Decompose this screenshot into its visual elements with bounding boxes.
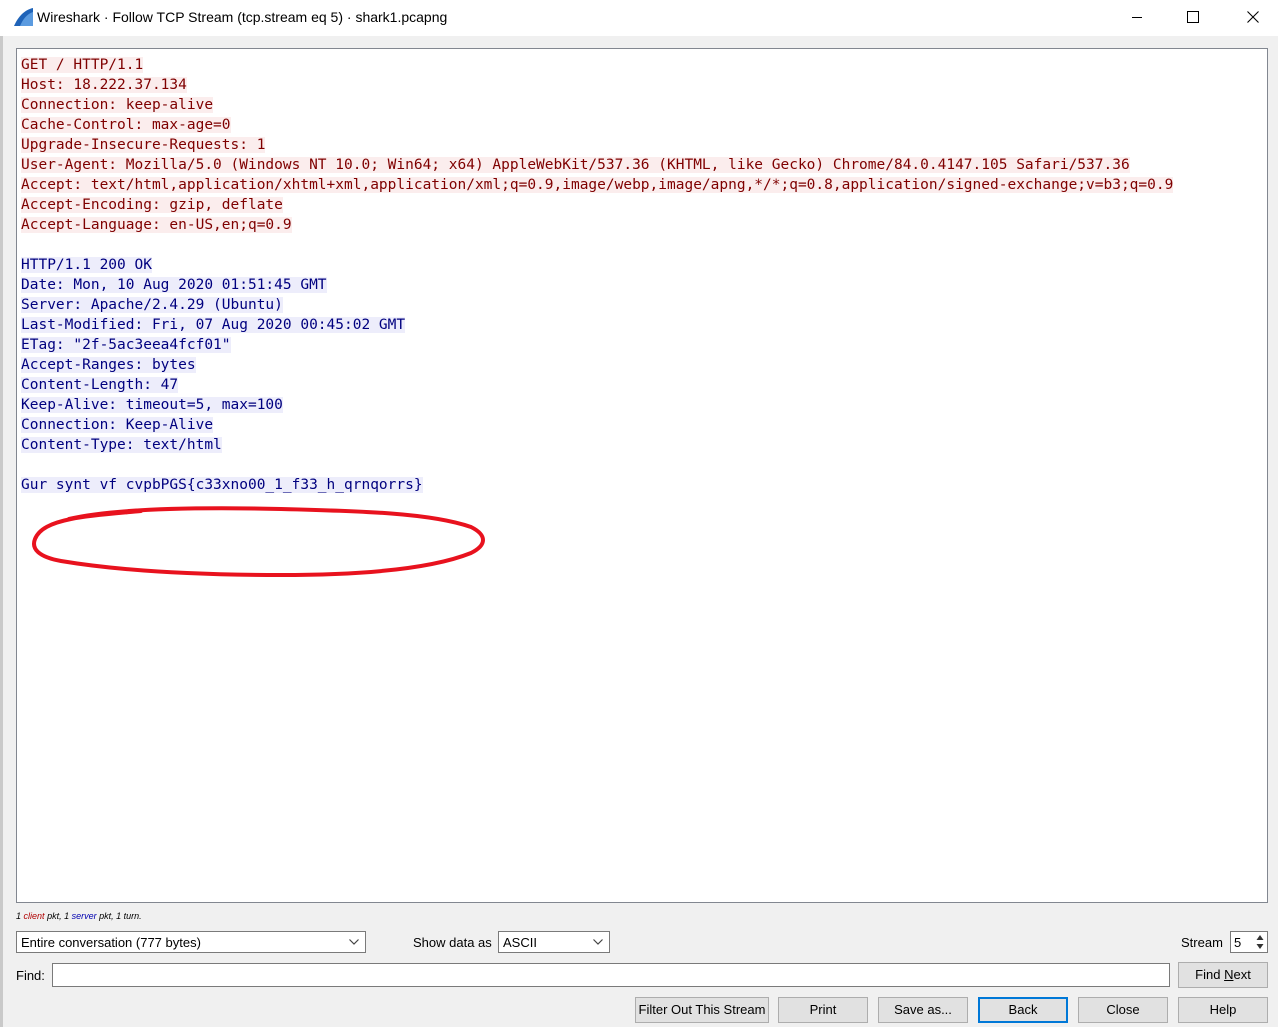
find-next-button[interactable]: Find Next [1178,962,1268,988]
stream-line-server: Content-Length: 47 [21,377,179,393]
print-button[interactable]: Print [778,997,868,1023]
filter-out-stream-button[interactable]: Filter Out This Stream [635,997,769,1023]
stream-line-client: Upgrade-Insecure-Requests: 1 [21,137,266,153]
stream-content-pane[interactable]: GET / HTTP/1.1 Host: 18.222.37.134 Connect… [16,48,1268,903]
conversation-stats: 1 client pkt, 1 server pkt, 1 turn. [16,911,142,921]
stream-line-server: Gur synt vf cvpbPGS{c33xno00_1_f33_h_qrn… [21,477,423,493]
stream-line-client: Host: 18.222.37.134 [21,77,187,93]
minimize-icon [1132,17,1142,18]
minimize-button[interactable] [1114,0,1160,34]
close-window-button[interactable] [1230,0,1276,34]
stream-line-client: Connection: keep-alive [21,97,214,113]
wireshark-fin-icon [14,8,33,26]
back-button[interactable]: Back [978,997,1068,1023]
flag-annotation-circle [32,506,485,578]
stream-line-server: Content-Type: text/html [21,437,222,453]
show-data-select[interactable]: ASCII [498,931,610,953]
stream-line-client: Cache-Control: max-age=0 [21,117,231,133]
stream-line-client: GET / HTTP/1.1 [21,57,144,73]
server-label: server [71,911,97,921]
stream-line-client: User-Agent: Mozilla/5.0 (Windows NT 10.0… [21,157,1130,173]
spin-up-icon[interactable] [1255,933,1265,942]
stream-text: GET / HTTP/1.1 Host: 18.222.37.134 Connect… [21,55,1174,495]
maximize-button[interactable] [1170,0,1216,34]
help-button[interactable]: Help [1178,997,1268,1023]
show-data-label: Show data as [413,935,492,950]
maximize-icon [1187,11,1199,23]
conversation-select[interactable]: Entire conversation (777 bytes) [16,931,366,953]
close-button[interactable]: Close [1078,997,1168,1023]
close-icon [1247,11,1259,23]
stream-line-client: Accept-Encoding: gzip, deflate [21,197,283,213]
stream-blank-line [21,235,1173,255]
stream-line-server: Keep-Alive: timeout=5, max=100 [21,397,283,413]
chevron-down-icon [593,939,603,945]
stream-line-server: Date: Mon, 10 Aug 2020 01:51:45 GMT [21,277,327,293]
find-input[interactable] [52,963,1170,987]
stream-line-client: Accept-Language: en-US,en;q=0.9 [21,217,292,233]
stream-line-server: Server: Apache/2.4.29 (Ubuntu) [21,297,283,313]
find-label: Find: [16,968,45,983]
spin-down-icon[interactable] [1255,942,1265,951]
window-title: Wireshark · Follow TCP Stream (tcp.strea… [37,9,448,25]
chevron-down-icon [349,939,359,945]
stream-line-client: Accept: text/html,application/xhtml+xml,… [21,177,1174,193]
stream-line-server: Last-Modified: Fri, 07 Aug 2020 00:45:02… [21,317,406,333]
background-window-edge [0,36,3,1027]
stream-blank-line [21,455,1173,475]
stream-number-spinbox[interactable]: 5 [1230,931,1268,953]
stream-line-server: HTTP/1.1 200 OK [21,257,152,273]
client-label: client [23,911,45,921]
stream-label: Stream [1181,935,1223,950]
stream-line-server: Accept-Ranges: bytes [21,357,196,373]
title-bar: Wireshark · Follow TCP Stream (tcp.strea… [0,0,1278,36]
save-as-button[interactable]: Save as... [878,997,968,1023]
stream-line-server: ETag: "2f-5ac3eea4fcf01" [21,337,231,353]
stream-line-server: Connection: Keep-Alive [21,417,214,433]
